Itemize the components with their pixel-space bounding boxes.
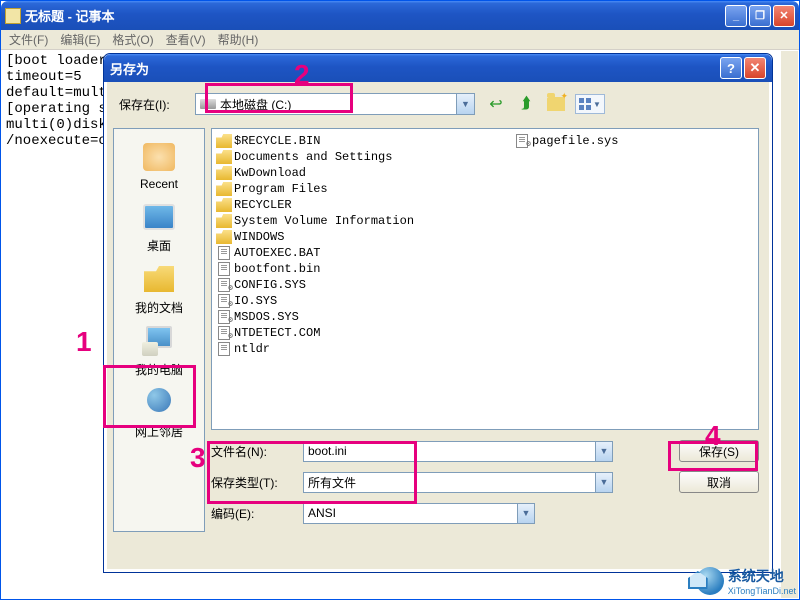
place-recent[interactable]: Recent <box>117 135 201 195</box>
my-documents-icon <box>144 266 174 292</box>
list-item[interactable]: pagefile.sys <box>514 133 618 149</box>
file-name: System Volume Information <box>234 214 414 228</box>
drive-icon <box>200 99 216 109</box>
list-item[interactable]: $RECYCLE.BIN <box>216 133 754 149</box>
file-list[interactable]: $RECYCLE.BIN Documents and Settings KwDown… <box>211 128 759 430</box>
places-bar: Recent 桌面 我的文档 我的电脑 网上邻居 <box>113 128 205 532</box>
list-item[interactable]: MSDOS.SYS <box>216 309 754 325</box>
watermark: 系统天地 XiTongTianDi.net <box>688 566 796 596</box>
vertical-scrollbar[interactable] <box>781 51 798 598</box>
list-item[interactable]: Documents and Settings <box>216 149 754 165</box>
folder-icon <box>216 134 232 148</box>
system-file-icon <box>218 278 230 292</box>
file-name: RECYCLER <box>234 198 292 212</box>
notepad-titlebar[interactable]: 无标题 - 记事本 _ ❐ ✕ <box>1 1 799 30</box>
save-as-dialog: 另存为 ? ✕ 保存在(I): 本地磁盘 (C:) ▼ ↩ ⮭ ▼ Recent <box>103 53 773 573</box>
file-name: WINDOWS <box>234 230 284 244</box>
place-desktop[interactable]: 桌面 <box>117 197 201 257</box>
folder-icon <box>216 230 232 244</box>
file-icon <box>218 342 230 356</box>
save-in-value: 本地磁盘 (C:) <box>220 96 291 113</box>
list-item[interactable]: CONFIG.SYS <box>216 277 754 293</box>
system-file-icon <box>218 294 230 308</box>
system-file-icon <box>516 134 528 148</box>
file-name: KwDownload <box>234 166 306 180</box>
file-name: CONFIG.SYS <box>234 278 306 292</box>
file-name: NTDETECT.COM <box>234 326 320 340</box>
encoding-value: ANSI <box>308 506 336 520</box>
menu-view[interactable]: 查看(V) <box>162 30 210 49</box>
file-name: ntldr <box>234 342 270 356</box>
filename-label: 文件名(N): <box>211 443 303 460</box>
network-places-icon <box>143 388 175 418</box>
filetype-select[interactable]: 所有文件 ▼ <box>303 472 613 493</box>
list-item[interactable]: Program Files <box>216 181 754 197</box>
filename-value: boot.ini <box>308 444 347 458</box>
save-button[interactable]: 保存(S) <box>679 440 759 462</box>
chevron-down-icon[interactable]: ▼ <box>595 473 612 492</box>
save-as-titlebar[interactable]: 另存为 ? ✕ <box>104 54 772 82</box>
encoding-select[interactable]: ANSI ▼ <box>303 503 535 524</box>
list-item[interactable]: KwDownload <box>216 165 754 181</box>
place-my-documents[interactable]: 我的文档 <box>117 259 201 319</box>
filetype-value: 所有文件 <box>308 474 356 491</box>
list-item[interactable]: IO.SYS <box>216 293 754 309</box>
save-in-label: 保存在(I): <box>115 96 195 113</box>
file-name: MSDOS.SYS <box>234 310 299 324</box>
list-item[interactable]: RECYCLER <box>216 197 754 213</box>
minimize-button[interactable]: _ <box>725 5 747 27</box>
file-name: Documents and Settings <box>234 150 392 164</box>
file-name: AUTOEXEC.BAT <box>234 246 320 260</box>
recent-icon <box>143 143 175 171</box>
view-menu-button[interactable]: ▼ <box>575 94 605 114</box>
cancel-button[interactable]: 取消 <box>679 471 759 493</box>
folder-icon <box>216 198 232 212</box>
up-one-level-icon[interactable]: ⮭ <box>515 93 537 115</box>
menu-file[interactable]: 文件(F) <box>5 30 52 49</box>
chevron-down-icon[interactable]: ▼ <box>517 504 534 523</box>
list-item[interactable]: System Volume Information <box>216 213 754 229</box>
chevron-down-icon[interactable]: ▼ <box>456 94 474 114</box>
save-as-title: 另存为 <box>110 59 149 78</box>
notepad-icon <box>5 8 21 24</box>
list-item[interactable]: bootfont.bin <box>216 261 754 277</box>
folder-icon <box>216 214 232 228</box>
place-my-computer[interactable]: 我的电脑 <box>117 321 201 381</box>
help-button[interactable]: ? <box>720 57 742 79</box>
close-button[interactable]: ✕ <box>773 5 795 27</box>
list-item[interactable]: AUTOEXEC.BAT <box>216 245 754 261</box>
folder-icon <box>216 182 232 196</box>
filename-input[interactable]: boot.ini ▼ <box>303 441 613 462</box>
folder-icon <box>216 150 232 164</box>
back-icon[interactable]: ↩ <box>485 93 507 115</box>
list-item[interactable]: ntldr <box>216 341 754 357</box>
file-name: IO.SYS <box>234 294 277 308</box>
folder-icon <box>216 166 232 180</box>
file-name: pagefile.sys <box>532 134 618 148</box>
file-name: Program Files <box>234 182 328 196</box>
list-item[interactable]: NTDETECT.COM <box>216 325 754 341</box>
maximize-button[interactable]: ❐ <box>749 5 771 27</box>
menu-edit[interactable]: 编辑(E) <box>56 30 104 49</box>
file-icon <box>218 262 230 276</box>
filetype-label: 保存类型(T): <box>211 474 303 491</box>
notepad-menubar: 文件(F) 编辑(E) 格式(O) 查看(V) 帮助(H) <box>1 30 799 50</box>
menu-format[interactable]: 格式(O) <box>108 30 157 49</box>
system-file-icon <box>218 326 230 340</box>
save-in-combo[interactable]: 本地磁盘 (C:) ▼ <box>195 93 475 115</box>
my-computer-icon <box>142 326 176 356</box>
system-file-icon <box>218 310 230 324</box>
place-network[interactable]: 网上邻居 <box>117 383 201 443</box>
menu-help[interactable]: 帮助(H) <box>214 30 263 49</box>
chevron-down-icon[interactable]: ▼ <box>595 442 612 461</box>
dialog-close-button[interactable]: ✕ <box>744 57 766 79</box>
list-item[interactable]: WINDOWS <box>216 229 754 245</box>
file-name: bootfont.bin <box>234 262 320 276</box>
file-name: $RECYCLE.BIN <box>234 134 320 148</box>
file-icon <box>218 246 230 260</box>
notepad-title: 无标题 - 记事本 <box>25 6 725 25</box>
new-folder-icon[interactable] <box>545 93 567 115</box>
encoding-label: 编码(E): <box>211 505 303 522</box>
desktop-icon <box>143 204 175 230</box>
